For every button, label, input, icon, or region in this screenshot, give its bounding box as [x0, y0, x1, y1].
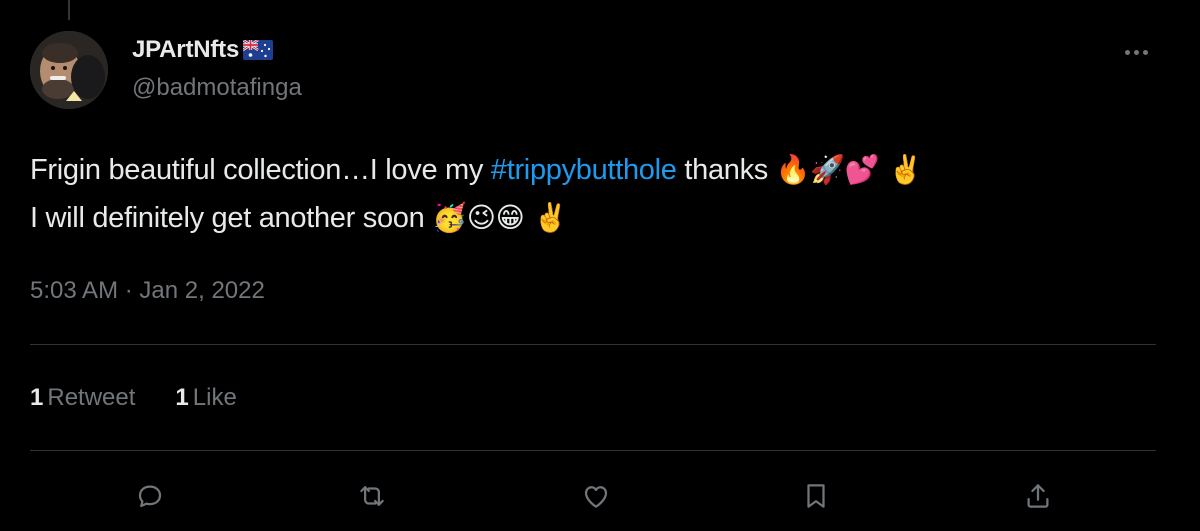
- engagement-stats: 1 Retweet 1 Like: [30, 384, 237, 412]
- avatar[interactable]: [30, 31, 108, 109]
- retweets-stat[interactable]: 1 Retweet: [30, 384, 135, 412]
- hashtag-link[interactable]: #trippybutthole: [491, 154, 677, 186]
- tweet-date[interactable]: Jan 2, 2022: [139, 277, 264, 304]
- divider: [30, 450, 1156, 451]
- tweet-text-part: Frigin beautiful collection…I love my: [30, 154, 491, 186]
- retweet-icon: [360, 486, 384, 506]
- more-dot-icon: [1142, 49, 1148, 55]
- divider: [30, 344, 1156, 345]
- author-name-row: JPArtNfts: [132, 34, 274, 66]
- likes-label: Like: [192, 384, 237, 411]
- separator-dot: ·: [124, 277, 133, 304]
- likes-count: 1: [175, 384, 189, 411]
- more-options-button[interactable]: [1116, 40, 1156, 64]
- thread-connector-line: [68, 0, 70, 20]
- action-bar: [30, 474, 1156, 520]
- more-dot-icon: [1133, 49, 1139, 55]
- share-icon: [1027, 484, 1049, 508]
- tweet-text: Frigin beautiful collection…I love my #t…: [30, 146, 1160, 242]
- australia-flag-icon: [242, 39, 274, 60]
- bookmark-icon: [807, 484, 825, 508]
- timestamp: 5:03 AM · Jan 2, 2022: [30, 277, 265, 305]
- more-dot-icon: [1124, 49, 1130, 55]
- bookmark-button[interactable]: [794, 474, 838, 518]
- reply-button[interactable]: [128, 474, 172, 518]
- tweet-text-part: I will definitely get another soon: [30, 202, 433, 234]
- display-name[interactable]: JPArtNfts: [132, 36, 239, 64]
- tweet-text-part: thanks: [676, 154, 776, 186]
- likes-stat[interactable]: 1 Like: [175, 384, 236, 412]
- like-button[interactable]: [574, 474, 618, 518]
- reply-icon: [138, 485, 162, 508]
- emoji-group: 🔥🚀💕 ✌️: [775, 153, 923, 186]
- tweet-time[interactable]: 5:03 AM: [30, 277, 118, 304]
- like-icon: [584, 486, 608, 508]
- author-handle[interactable]: @badmotafinga: [132, 74, 302, 102]
- share-button[interactable]: [1016, 474, 1060, 518]
- retweet-button[interactable]: [350, 474, 394, 518]
- retweets-label: Retweet: [47, 384, 136, 411]
- retweets-count: 1: [30, 384, 44, 411]
- emoji-group: 🥳😉😁 ✌️: [432, 201, 568, 234]
